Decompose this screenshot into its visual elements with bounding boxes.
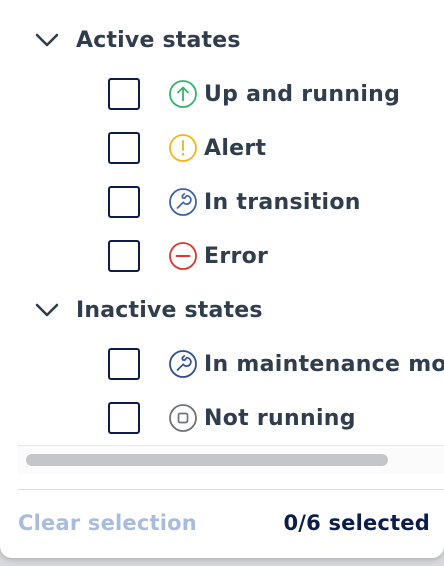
list-item-in-transition[interactable]: In transition [108, 182, 361, 222]
exclamation-circle-icon [169, 134, 197, 162]
footer-divider [18, 489, 444, 490]
state-list: Active states Up and running Alert In tr… [18, 0, 444, 440]
group-title: Active states [76, 27, 241, 53]
checkbox[interactable] [108, 240, 140, 272]
item-label: In transition [204, 189, 361, 215]
chevron-down-icon [35, 33, 59, 47]
checkbox[interactable] [108, 132, 140, 164]
checkbox[interactable] [108, 78, 140, 110]
scrollbar-thumb[interactable] [26, 454, 388, 466]
list-item-alert[interactable]: Alert [108, 128, 266, 168]
minus-circle-icon [169, 242, 197, 270]
clear-selection-button[interactable]: Clear selection [18, 511, 197, 535]
wrench-circle-icon [169, 188, 197, 216]
wrench-circle-icon [169, 350, 197, 378]
item-label: In maintenance mode [204, 351, 444, 377]
item-label: Alert [204, 135, 267, 161]
chevron-down-icon [35, 303, 59, 317]
item-label: Up and running [204, 81, 401, 107]
group-header-inactive-states[interactable]: Inactive states [34, 290, 263, 330]
stop-circle-icon [169, 404, 197, 432]
arrow-up-circle-icon [169, 80, 197, 108]
list-item-in-maintenance-mode[interactable]: In maintenance mode [108, 344, 444, 384]
group-header-active-states[interactable]: Active states [34, 20, 241, 60]
checkbox[interactable] [108, 402, 140, 434]
list-item-not-running[interactable]: Not running [108, 398, 356, 438]
item-label: Not running [204, 405, 356, 431]
list-item-up-and-running[interactable]: Up and running [108, 74, 400, 114]
checkbox[interactable] [108, 186, 140, 218]
list-item-error[interactable]: Error [108, 236, 268, 276]
checkbox[interactable] [108, 348, 140, 380]
group-title: Inactive states [76, 297, 263, 323]
footer: Clear selection 0/6 selected [18, 503, 430, 543]
horizontal-scrollbar[interactable] [18, 445, 444, 474]
item-label: Error [204, 243, 269, 269]
selected-count: 0/6 selected [283, 511, 430, 535]
state-filter-panel: Active states Up and running Alert In tr… [0, 0, 444, 558]
